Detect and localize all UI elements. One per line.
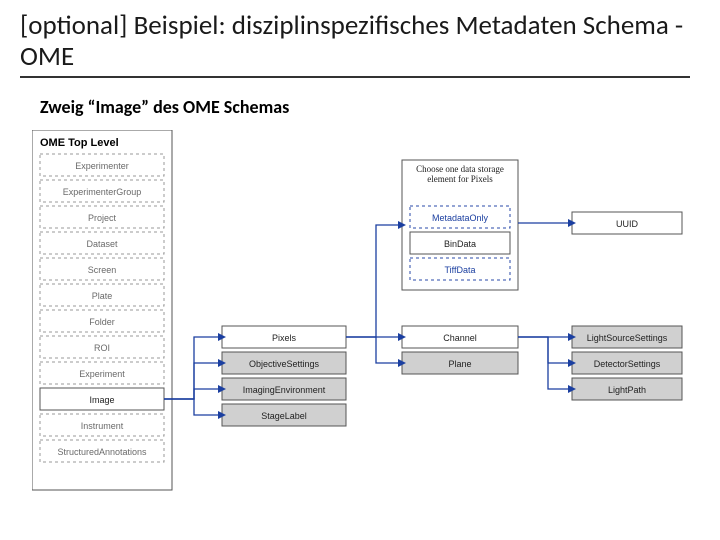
svg-text:Project: Project bbox=[88, 213, 117, 223]
svg-text:Experiment: Experiment bbox=[79, 369, 125, 379]
diagram: OME Top Level Experimenter ExperimenterG… bbox=[32, 130, 692, 530]
svg-text:MetadataOnly: MetadataOnly bbox=[432, 213, 489, 223]
svg-text:Pixels: Pixels bbox=[272, 333, 297, 343]
svg-text:Plate: Plate bbox=[92, 291, 113, 301]
svg-text:LightPath: LightPath bbox=[608, 385, 646, 395]
svg-text:Image: Image bbox=[89, 395, 114, 405]
section-subtitle: Zweig “Image” des OME Schemas bbox=[40, 96, 289, 118]
svg-text:TiffData: TiffData bbox=[444, 265, 475, 275]
svg-text:LightSourceSettings: LightSourceSettings bbox=[587, 333, 668, 343]
svg-text:ExperimenterGroup: ExperimenterGroup bbox=[63, 187, 142, 197]
svg-text:UUID: UUID bbox=[616, 219, 638, 229]
svg-text:ObjectiveSettings: ObjectiveSettings bbox=[249, 359, 320, 369]
svg-text:StageLabel: StageLabel bbox=[261, 411, 307, 421]
svg-text:Dataset: Dataset bbox=[86, 239, 118, 249]
slide-title: [optional] Beispiel: disziplinspezifisch… bbox=[20, 10, 690, 78]
svg-text:Screen: Screen bbox=[88, 265, 117, 275]
svg-text:Instrument: Instrument bbox=[81, 421, 124, 431]
svg-text:Plane: Plane bbox=[448, 359, 471, 369]
svg-text:ROI: ROI bbox=[94, 343, 110, 353]
svg-text:BinData: BinData bbox=[444, 239, 476, 249]
svg-text:Folder: Folder bbox=[89, 317, 115, 327]
svg-text:Channel: Channel bbox=[443, 333, 477, 343]
svg-text:Experimenter: Experimenter bbox=[75, 161, 129, 171]
svg-text:ImagingEnvironment: ImagingEnvironment bbox=[243, 385, 326, 395]
svg-text:DetectorSettings: DetectorSettings bbox=[594, 359, 661, 369]
col2: Pixels ObjectiveSettings ImagingEnvironm… bbox=[222, 326, 346, 426]
svg-text:StructuredAnnotations: StructuredAnnotations bbox=[57, 447, 147, 457]
col1-header: OME Top Level bbox=[40, 137, 119, 149]
